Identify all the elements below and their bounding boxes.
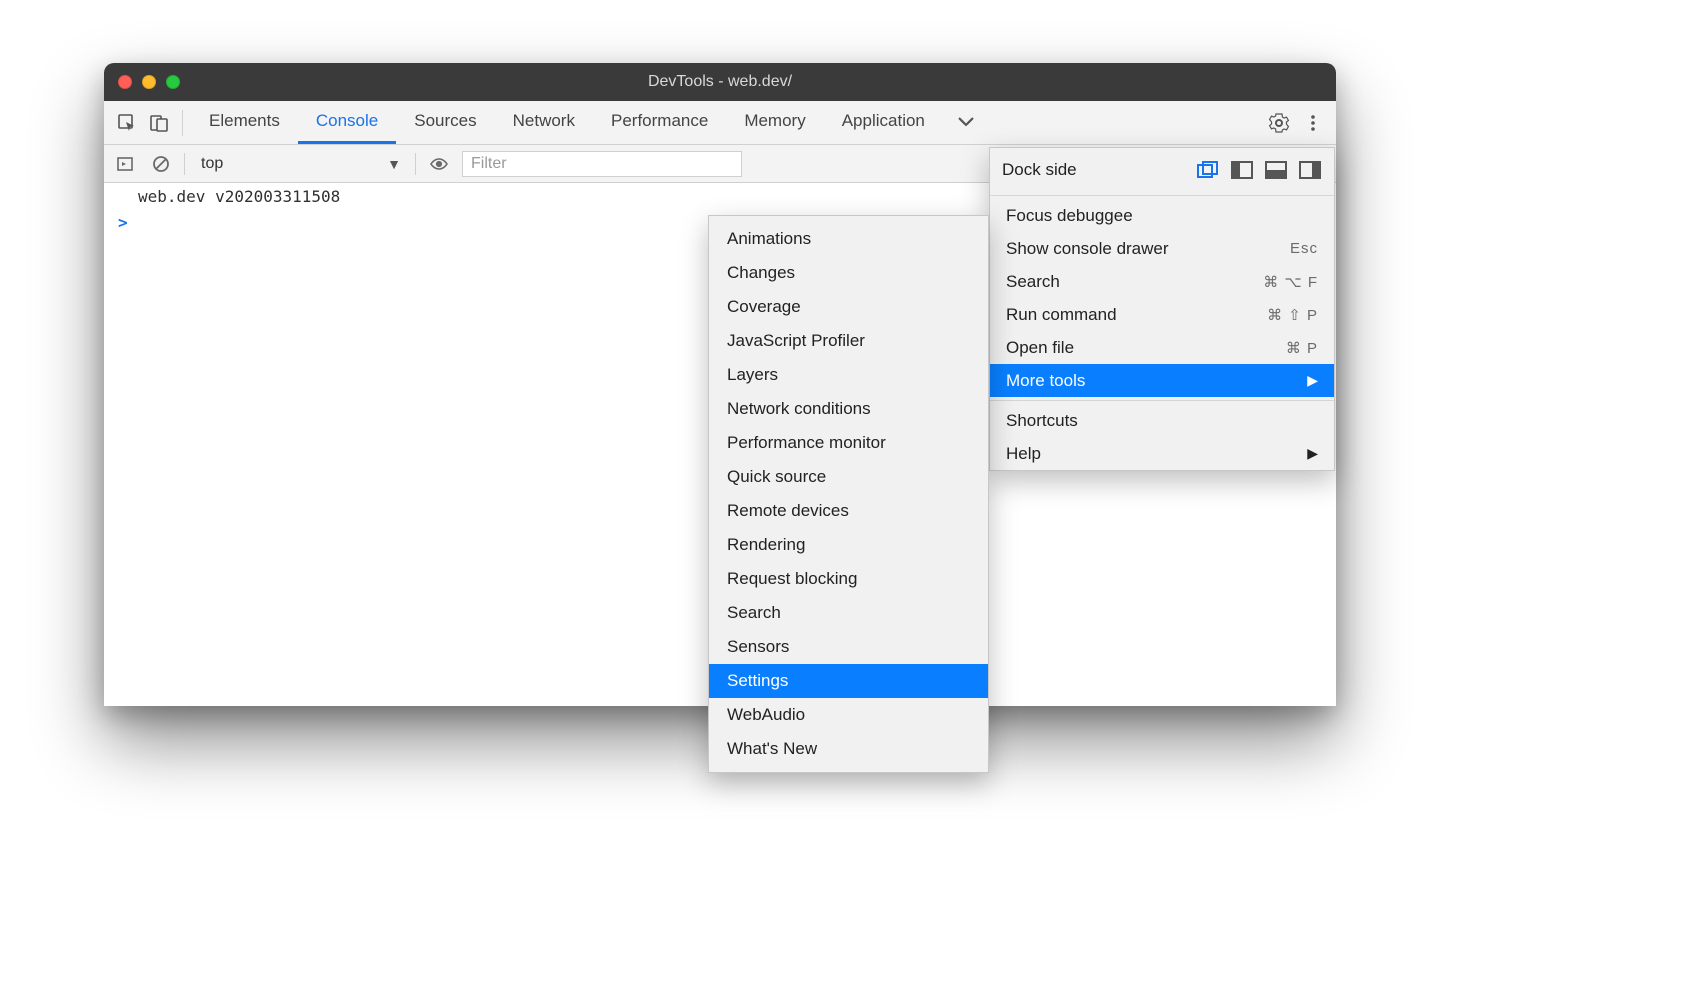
submenu-item-label: Layers xyxy=(727,365,778,385)
tab-label: Elements xyxy=(209,111,280,131)
submenu-item-javascript-profiler[interactable]: JavaScript Profiler xyxy=(709,324,988,358)
window-controls xyxy=(118,75,180,89)
minimize-window-button[interactable] xyxy=(142,75,156,89)
chevron-down-icon: ▼ xyxy=(387,156,401,172)
dock-side-row: Dock side xyxy=(990,148,1334,192)
device-toolbar-icon[interactable] xyxy=(144,108,174,138)
submenu-item-coverage[interactable]: Coverage xyxy=(709,290,988,324)
submenu-item-label: Settings xyxy=(727,671,788,691)
submenu-item-label: Coverage xyxy=(727,297,801,317)
tab-label: Sources xyxy=(414,111,476,131)
submenu-item-remote-devices[interactable]: Remote devices xyxy=(709,494,988,528)
dock-side-label: Dock side xyxy=(1002,160,1077,180)
menu-item-label: More tools xyxy=(1006,371,1085,391)
submenu-item-label: WebAudio xyxy=(727,705,805,725)
menu-item-shortcut: ⌘ ⇧ P xyxy=(1267,306,1318,324)
window-title: DevTools - web.dev/ xyxy=(104,73,1336,91)
submenu-item-label: Performance monitor xyxy=(727,433,886,453)
submenu-item-label: Network conditions xyxy=(727,399,871,419)
dock-right-icon[interactable] xyxy=(1298,160,1322,180)
panel-tabs-bar: Elements Console Sources Network Perform… xyxy=(104,101,1336,145)
menu-item-label: Run command xyxy=(1006,305,1117,325)
menu-item-shortcuts[interactable]: Shortcuts xyxy=(990,404,1334,437)
submenu-item-label: Sensors xyxy=(727,637,789,657)
execution-context-select[interactable]: top ▼ xyxy=(195,151,405,177)
zoom-window-button[interactable] xyxy=(166,75,180,89)
menu-item-help[interactable]: Help ▶ xyxy=(990,437,1334,470)
submenu-item-rendering[interactable]: Rendering xyxy=(709,528,988,562)
dock-left-icon[interactable] xyxy=(1230,160,1254,180)
filter-input[interactable] xyxy=(462,151,742,177)
tab-console[interactable]: Console xyxy=(298,101,396,144)
tab-label: Application xyxy=(842,111,925,131)
dock-undock-icon[interactable] xyxy=(1196,160,1220,180)
toggle-sidebar-icon[interactable] xyxy=(112,151,138,177)
menu-item-show-console-drawer[interactable]: Show console drawer Esc xyxy=(990,232,1334,265)
submenu-arrow-icon: ▶ xyxy=(1307,372,1318,389)
submenu-item-label: What's New xyxy=(727,739,817,759)
submenu-item-settings[interactable]: Settings xyxy=(709,664,988,698)
menu-item-run-command[interactable]: Run command ⌘ ⇧ P xyxy=(990,298,1334,331)
submenu-item-changes[interactable]: Changes xyxy=(709,256,988,290)
console-prompt[interactable]: > xyxy=(118,213,128,232)
submenu-item-label: JavaScript Profiler xyxy=(727,331,865,351)
tab-network[interactable]: Network xyxy=(495,101,593,144)
more-tabs-icon[interactable] xyxy=(951,108,981,138)
submenu-item-performance-monitor[interactable]: Performance monitor xyxy=(709,426,988,460)
menu-item-focus-debuggee[interactable]: Focus debuggee xyxy=(990,199,1334,232)
kebab-menu-icon[interactable] xyxy=(1298,108,1328,138)
menu-item-more-tools[interactable]: More tools ▶ xyxy=(990,364,1334,397)
settings-gear-icon[interactable] xyxy=(1264,108,1294,138)
submenu-item-label: Remote devices xyxy=(727,501,849,521)
menu-item-search[interactable]: Search ⌘ ⌥ F xyxy=(990,265,1334,298)
submenu-item-label: Changes xyxy=(727,263,795,283)
inspect-element-icon[interactable] xyxy=(112,108,142,138)
submenu-arrow-icon: ▶ xyxy=(1307,445,1318,462)
devtools-window: DevTools - web.dev/ Elements Console S xyxy=(104,63,1336,706)
submenu-item-label: Rendering xyxy=(727,535,805,555)
submenu-item-label: Animations xyxy=(727,229,811,249)
submenu-item-label: Search xyxy=(727,603,781,623)
menu-item-open-file[interactable]: Open file ⌘ P xyxy=(990,331,1334,364)
submenu-item-layers[interactable]: Layers xyxy=(709,358,988,392)
menu-item-shortcut: Esc xyxy=(1290,240,1318,257)
submenu-item-animations[interactable]: Animations xyxy=(709,222,988,256)
submenu-item-search[interactable]: Search xyxy=(709,596,988,630)
more-tools-submenu: Animations Changes Coverage JavaScript Prof… xyxy=(708,215,989,773)
submenu-item-sensors[interactable]: Sensors xyxy=(709,630,988,664)
panel-tabs: Elements Console Sources Network Perform… xyxy=(191,101,943,144)
main-menu: Dock side Fo xyxy=(989,147,1335,471)
submenu-item-what-s-new[interactable]: What's New xyxy=(709,732,988,766)
tab-application[interactable]: Application xyxy=(824,101,943,144)
submenu-item-request-blocking[interactable]: Request blocking xyxy=(709,562,988,596)
tab-performance[interactable]: Performance xyxy=(593,101,726,144)
submenu-item-network-conditions[interactable]: Network conditions xyxy=(709,392,988,426)
menu-item-label: Help xyxy=(1006,444,1041,464)
submenu-item-label: Request blocking xyxy=(727,569,857,589)
close-window-button[interactable] xyxy=(118,75,132,89)
tab-label: Performance xyxy=(611,111,708,131)
dock-bottom-icon[interactable] xyxy=(1264,160,1288,180)
menu-item-shortcut: ⌘ ⌥ F xyxy=(1263,273,1318,291)
tab-label: Memory xyxy=(744,111,805,131)
menu-item-label: Show console drawer xyxy=(1006,239,1169,259)
titlebar: DevTools - web.dev/ xyxy=(104,63,1336,101)
menu-item-label: Focus debuggee xyxy=(1006,206,1133,226)
tab-memory[interactable]: Memory xyxy=(726,101,823,144)
submenu-item-quick-source[interactable]: Quick source xyxy=(709,460,988,494)
tab-label: Network xyxy=(513,111,575,131)
clear-console-icon[interactable] xyxy=(148,151,174,177)
submenu-item-webaudio[interactable]: WebAudio xyxy=(709,698,988,732)
live-expression-eye-icon[interactable] xyxy=(426,151,452,177)
tab-elements[interactable]: Elements xyxy=(191,101,298,144)
tab-sources[interactable]: Sources xyxy=(396,101,494,144)
submenu-item-label: Quick source xyxy=(727,467,826,487)
menu-item-label: Shortcuts xyxy=(1006,411,1078,431)
tab-label: Console xyxy=(316,111,378,131)
menu-item-shortcut: ⌘ P xyxy=(1286,339,1318,357)
menu-item-label: Open file xyxy=(1006,338,1074,358)
menu-item-label: Search xyxy=(1006,272,1060,292)
execution-context-value: top xyxy=(201,155,223,173)
